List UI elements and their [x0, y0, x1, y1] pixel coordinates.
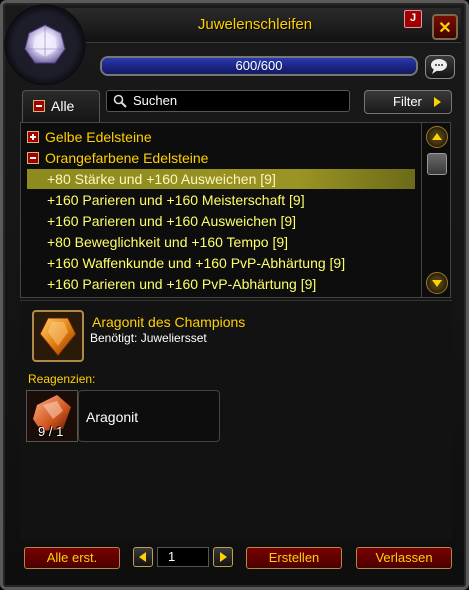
tab-alle[interactable]: Alle [22, 90, 100, 123]
speech-bubble-icon [431, 59, 447, 74]
filter-button[interactable]: Filter [364, 90, 452, 114]
orange-gem-icon [39, 317, 77, 357]
profession-portrait [4, 4, 86, 86]
recipe-row[interactable]: +80 Beweglichkeit und +160 Tempo [9] [47, 232, 288, 252]
window-title: Juwelenschleifen [197, 16, 313, 33]
create-all-button[interactable]: Alle erst. [24, 547, 120, 569]
addon-badge-icon[interactable]: J [404, 10, 422, 28]
scroll-up-icon[interactable] [426, 126, 448, 148]
scroll-thumb[interactable] [427, 153, 447, 175]
expand-icon[interactable] [27, 131, 39, 143]
arrow-left-icon [139, 552, 146, 562]
close-button[interactable]: ✕ [432, 14, 458, 40]
decrement-button[interactable] [133, 547, 153, 567]
recipe-list: Gelbe Edelsteine Orangefarbene Edelstein… [20, 122, 421, 298]
skill-progress-bar: 600/600 [100, 56, 418, 76]
recipe-row[interactable]: +160 Waffenkunde und +160 PvP-Abhärtung … [47, 253, 345, 273]
requires-text: Benötigt: Juweliersset [90, 331, 207, 345]
reagents-heading: Reagenzien: [28, 372, 96, 386]
category-orangefarbene[interactable]: Orangefarbene Edelsteine [27, 148, 208, 168]
filter-label: Filter [393, 94, 422, 109]
recipe-row[interactable]: +160 Parieren und +160 PvP-Abhärtung [9] [47, 274, 316, 294]
quantity-input[interactable]: 1 [157, 547, 209, 567]
increment-button[interactable] [213, 547, 233, 567]
recipe-row[interactable]: +80 Stärke und +160 Ausweichen [9] [47, 169, 276, 189]
exit-button[interactable]: Verlassen [356, 547, 452, 569]
item-name[interactable]: Aragonit des Champions [92, 314, 245, 330]
reagent-count: 9 / 1 [38, 424, 64, 439]
scroll-down-icon[interactable] [426, 272, 448, 294]
gem-icon [24, 24, 66, 64]
create-button[interactable]: Erstellen [246, 547, 342, 569]
category-label: Orangefarbene Edelsteine [45, 150, 209, 166]
search-box[interactable] [106, 90, 350, 112]
reagent-name: Aragonit [86, 409, 139, 425]
arrow-right-icon [220, 552, 227, 562]
recipe-row[interactable]: +160 Parieren und +160 Ausweichen [9] [47, 211, 296, 231]
recipe-row[interactable]: +160 Parieren und +160 Meisterschaft [9] [47, 190, 305, 210]
list-scrollbar[interactable] [421, 122, 451, 298]
collapse-icon[interactable] [33, 100, 45, 112]
progress-text: 600/600 [235, 58, 283, 73]
tab-alle-label: Alle [51, 98, 75, 114]
link-chat-button[interactable] [425, 55, 455, 79]
collapse-icon[interactable] [27, 152, 39, 164]
search-icon [113, 94, 127, 108]
search-input[interactable] [133, 92, 343, 110]
item-icon[interactable] [32, 310, 84, 362]
category-label: Gelbe Edelsteine [45, 129, 152, 145]
arrow-right-icon [434, 97, 441, 107]
category-gelbe[interactable]: Gelbe Edelsteine [27, 127, 152, 147]
